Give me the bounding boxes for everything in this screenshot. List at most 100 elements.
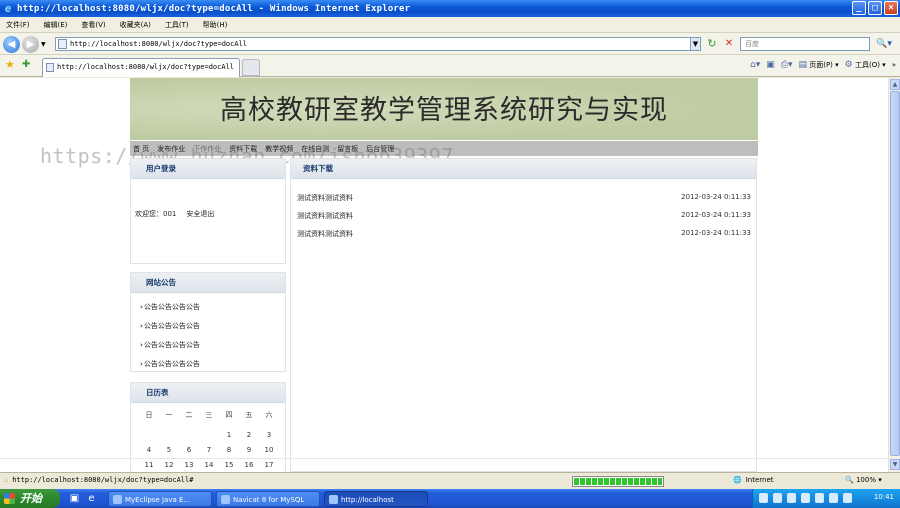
vertical-scrollbar[interactable]: ▲ ▼ [888, 78, 900, 472]
calendar-day[interactable]: 12 [159, 457, 179, 472]
desktop-icon[interactable]: ▣ [68, 492, 81, 505]
document-link[interactable]: 测试资料测试资料 [297, 212, 353, 220]
stop-icon[interactable]: ✕ [722, 37, 736, 51]
start-button[interactable]: 开始 [0, 489, 60, 508]
tools-menu[interactable]: ⚙ 工具(O) ▾ [845, 60, 886, 70]
calendar-day[interactable]: 8 [219, 442, 239, 457]
window-controls: _ □ × [852, 1, 898, 15]
nav-documents[interactable]: 资料下载 [229, 144, 257, 154]
minimize-button[interactable]: _ [852, 1, 866, 15]
calendar-day[interactable]: 9 [239, 442, 259, 457]
maximize-button[interactable]: □ [868, 1, 882, 15]
ie-quick-icon[interactable]: e [85, 492, 98, 505]
calendar-day[interactable]: 1 [219, 427, 239, 442]
welcome-text: 欢迎您：001 [135, 210, 177, 218]
search-input[interactable]: 百度 [740, 37, 870, 51]
myeclipse-icon [113, 495, 122, 504]
page-menu[interactable]: ▤ 页面(P) ▾ [798, 60, 838, 70]
calendar-day[interactable] [179, 427, 199, 442]
calendar-day[interactable]: 16 [239, 457, 259, 472]
tray-icon[interactable] [787, 493, 796, 503]
tray-icon[interactable] [759, 493, 768, 503]
add-favorites-icon[interactable]: ✚ [22, 59, 30, 71]
tray-icon[interactable] [829, 493, 838, 503]
zoom-level[interactable]: 🔍 100% ▾ [845, 476, 882, 484]
progress-bar [572, 476, 664, 487]
tray-icons [759, 493, 852, 503]
menu-file[interactable]: 文件(F) [6, 20, 30, 30]
new-tab-button[interactable] [242, 59, 260, 76]
close-button[interactable]: × [884, 1, 898, 15]
calendar-day[interactable] [159, 427, 179, 442]
calendar-day[interactable]: 4 [139, 442, 159, 457]
calendar-day[interactable]: 3 [259, 427, 279, 442]
calendar-day[interactable]: 2 [239, 427, 259, 442]
calendar-day[interactable]: 7 [199, 442, 219, 457]
print-icon[interactable]: ⎙▾ [781, 60, 793, 70]
address-input[interactable]: http://localhost:8080/wljx/doc?type=docA… [55, 37, 701, 51]
calendar-day[interactable]: 14 [199, 457, 219, 472]
refresh-icon[interactable]: ↻ [705, 37, 719, 51]
logout-link[interactable]: 安全退出 [186, 210, 214, 218]
home-icon[interactable]: ⌂▾ [750, 60, 760, 70]
page-divider [0, 458, 888, 459]
forward-button[interactable]: ▶ [22, 36, 39, 53]
document-link[interactable]: 测试资料测试资料 [297, 230, 353, 238]
windows-flag-icon [4, 493, 15, 504]
nav-message-board[interactable]: 留言板 [337, 144, 358, 154]
more-commands-icon[interactable]: » [892, 61, 896, 69]
nav-publish-homework[interactable]: 发布作业 [157, 144, 185, 154]
security-zone[interactable]: 🌐 Internet [733, 476, 774, 484]
nav-admin[interactable]: 后台管理 [366, 144, 394, 154]
window-titlebar[interactable]: e http://localhost:8080/wljx/doc?type=do… [0, 0, 900, 17]
notice-item[interactable]: 公告公告公告公告 [140, 321, 200, 331]
notice-item[interactable]: 公告公告公告公告 [140, 340, 200, 350]
task-navicat[interactable]: Navicat 8 for MySQL [216, 491, 320, 507]
site-nav: 首 页 发布作业 下作作业 资料下载 教学视频 在线自测 留言板 后台管理 [130, 141, 758, 156]
tray-icon[interactable] [773, 493, 782, 503]
history-dropdown-icon[interactable]: ▼ [41, 41, 46, 48]
calendar-day[interactable]: 6 [179, 442, 199, 457]
calendar-day[interactable]: 11 [139, 457, 159, 472]
nav-home[interactable]: 首 页 [133, 144, 149, 154]
start-label: 开始 [20, 492, 42, 505]
search-icon[interactable]: 🔍▾ [873, 37, 895, 51]
nav-download-homework[interactable]: 下作作业 [193, 144, 221, 154]
calendar-day[interactable] [199, 427, 219, 442]
menu-edit[interactable]: 编辑(E) [44, 20, 68, 30]
zoom-icon: 🔍 [845, 476, 854, 484]
tray-icon[interactable] [815, 493, 824, 503]
nav-videos[interactable]: 教学视频 [265, 144, 293, 154]
calendar-day[interactable]: 10 [259, 442, 279, 457]
calendar-day[interactable] [139, 427, 159, 442]
scroll-up-icon[interactable]: ▲ [890, 79, 900, 90]
page-menu-icon: ▤ [798, 60, 807, 70]
tray-icon[interactable] [801, 493, 810, 503]
calendar-day[interactable]: 15 [219, 457, 239, 472]
calendar-day[interactable]: 5 [159, 442, 179, 457]
documents-title: 资料下载 [291, 159, 756, 179]
address-dropdown-icon[interactable]: ▼ [690, 37, 701, 51]
nav-self-test[interactable]: 在线自测 [301, 144, 329, 154]
windows-taskbar: 开始 ▣ e MyEclipse Java E... Navicat 8 for… [0, 489, 900, 508]
menu-help[interactable]: 帮助(H) [203, 20, 228, 30]
scroll-down-icon[interactable]: ▼ [890, 459, 900, 470]
scroll-thumb[interactable] [890, 91, 900, 456]
calendar-day[interactable]: 13 [179, 457, 199, 472]
menu-tools[interactable]: 工具(T) [165, 20, 189, 30]
document-link[interactable]: 测试资料测试资料 [297, 194, 353, 202]
address-url: http://localhost:8080/wljx/doc?type=docA… [70, 40, 248, 48]
calendar-day[interactable]: 17 [259, 457, 279, 472]
notice-item[interactable]: 公告公告公告公告 [140, 302, 200, 312]
task-myeclipse[interactable]: MyEclipse Java E... [108, 491, 212, 507]
tab-active[interactable]: http://localhost:8080/wljx/doc?type=docA… [42, 58, 240, 77]
notice-item[interactable]: 公告公告公告公告 [140, 359, 200, 369]
menu-view[interactable]: 查看(V) [81, 20, 105, 30]
tray-clock[interactable]: 10:41 [874, 493, 894, 501]
task-ie[interactable]: http://localhost [324, 491, 428, 507]
tray-icon[interactable] [843, 493, 852, 503]
menu-favorites[interactable]: 收藏夹(A) [120, 20, 151, 30]
back-button[interactable]: ◀ [3, 36, 20, 53]
favorites-star-icon[interactable]: ★ [5, 59, 15, 71]
feeds-icon[interactable]: ▣ [766, 60, 775, 70]
